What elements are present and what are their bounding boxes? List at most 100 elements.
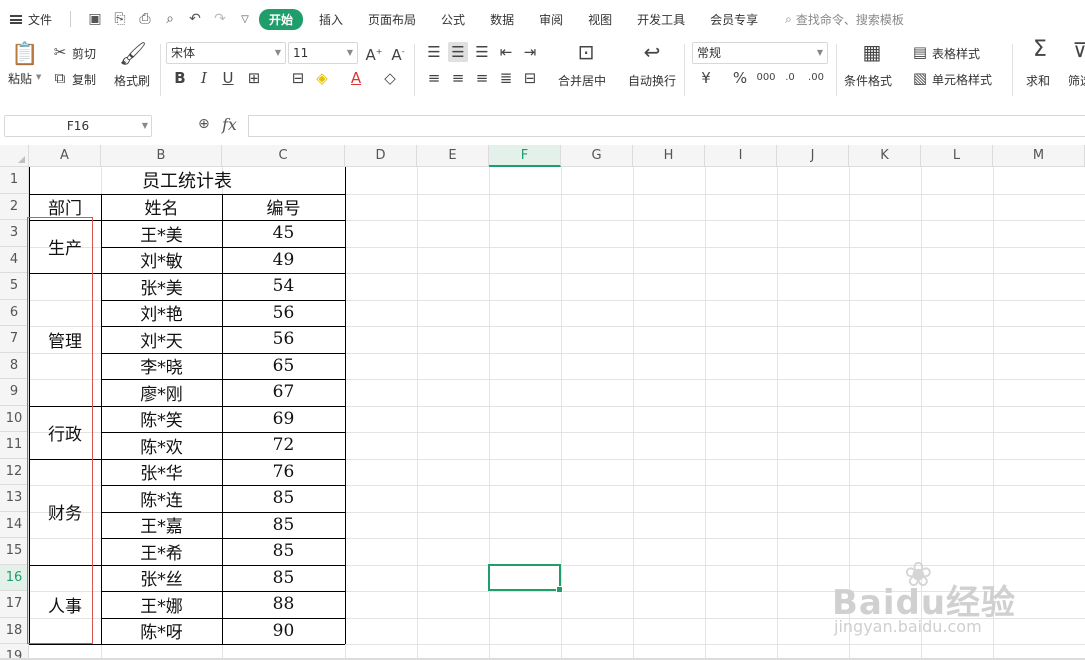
copy-icon[interactable]: ⧉ [50, 68, 70, 88]
name-cell[interactable]: 张*丝 [101, 565, 222, 592]
number-cell[interactable]: 56 [222, 300, 345, 327]
tab-data[interactable]: 数据 [490, 11, 514, 28]
tab-formulas[interactable]: 公式 [441, 11, 465, 28]
name-cell[interactable]: 王*嘉 [101, 512, 222, 539]
font-size-select[interactable]: 11 ▼ [288, 42, 358, 64]
paste-button[interactable]: 📋 [8, 40, 42, 68]
number-cell[interactable]: 65 [222, 353, 345, 380]
row-header-9[interactable]: 9 [0, 379, 29, 406]
name-cell[interactable]: 刘*敏 [101, 247, 222, 274]
print-icon[interactable]: ⎙ [137, 11, 153, 27]
conditional-format-label[interactable]: 条件格式 [844, 72, 892, 89]
column-header-l[interactable]: L [921, 145, 993, 167]
row-header-8[interactable]: 8 [0, 352, 29, 379]
column-header-g[interactable]: G [561, 145, 633, 167]
font-name-select[interactable]: 宋体 ▼ [166, 42, 286, 64]
command-search[interactable]: ⌕ 查找命令、搜索模板 [785, 11, 904, 28]
name-cell[interactable]: 陈*笑 [101, 406, 222, 433]
export-icon[interactable]: ⎘ [112, 11, 128, 27]
active-cell-selection[interactable] [488, 563, 563, 593]
number-cell[interactable]: 54 [222, 273, 345, 300]
paste-label[interactable]: 粘贴 [8, 70, 32, 87]
fill-color-icon[interactable]: ◈ [312, 68, 332, 88]
wrap-text-icon[interactable]: ↩ [642, 42, 662, 62]
tab-page-layout[interactable]: 页面布局 [368, 11, 416, 28]
clear-format-icon[interactable]: ◇ [380, 68, 400, 88]
number-cell[interactable]: 67 [222, 379, 345, 406]
name-cell[interactable]: 张*华 [101, 459, 222, 486]
number-cell[interactable]: 85 [222, 538, 345, 565]
column-header-c[interactable]: C [222, 145, 345, 167]
save-icon[interactable]: ▣ [87, 11, 103, 27]
row-header-15[interactable]: 15 [0, 538, 29, 565]
align-center-icon[interactable]: ≡ [448, 68, 468, 88]
format-painter-label[interactable]: 格式刷 [114, 72, 150, 89]
align-middle-icon[interactable]: ☰ [448, 42, 468, 62]
table-style-label[interactable]: 表格样式 [932, 45, 980, 62]
column-header-a[interactable]: A [29, 145, 101, 167]
column-header-d[interactable]: D [345, 145, 417, 167]
fill-style-icon[interactable]: ⊟ [288, 68, 308, 88]
column-header-m[interactable]: M [993, 145, 1085, 167]
number-cell[interactable]: 56 [222, 326, 345, 353]
align-left-icon[interactable]: ≡ [424, 68, 444, 88]
row-header-11[interactable]: 11 [0, 432, 29, 459]
header-cell[interactable]: 编号 [222, 194, 345, 221]
increase-decimal-icon[interactable]: .0 [780, 68, 800, 88]
tab-view[interactable]: 视图 [588, 11, 612, 28]
paste-dropdown-icon[interactable]: ▼ [36, 73, 41, 81]
percent-icon[interactable]: % [730, 68, 750, 88]
format-painter-button[interactable]: 🖌 [118, 40, 148, 68]
table-style-icon[interactable]: ▤ [910, 42, 930, 62]
row-header-12[interactable]: 12 [0, 458, 29, 485]
row-header-16[interactable]: 16 [0, 564, 29, 591]
cell-style-label[interactable]: 单元格样式 [932, 71, 992, 88]
underline-icon[interactable]: U [218, 68, 238, 88]
number-cell[interactable]: 88 [222, 591, 345, 618]
column-header-b[interactable]: B [101, 145, 222, 167]
redo-icon[interactable]: ↷ [212, 11, 228, 27]
name-cell[interactable]: 刘*艳 [101, 300, 222, 327]
tab-insert[interactable]: 插入 [319, 11, 343, 28]
row-header-6[interactable]: 6 [0, 299, 29, 326]
bold-icon[interactable]: B [170, 68, 190, 88]
tab-developer[interactable]: 开发工具 [637, 11, 685, 28]
distribute-icon[interactable]: ⊟ [520, 68, 540, 88]
number-cell[interactable]: 85 [222, 565, 345, 592]
name-cell[interactable]: 王*娜 [101, 591, 222, 618]
row-header-4[interactable]: 4 [0, 246, 29, 273]
number-cell[interactable]: 85 [222, 512, 345, 539]
name-cell[interactable]: 陈*连 [101, 485, 222, 512]
row-header-10[interactable]: 10 [0, 405, 29, 432]
justify-icon[interactable]: ≣ [496, 68, 516, 88]
number-format-select[interactable]: 常规 ▼ [692, 42, 828, 64]
decrease-indent-icon[interactable]: ⇤ [496, 42, 516, 62]
font-color-icon[interactable]: A [346, 68, 366, 88]
number-cell[interactable]: 49 [222, 247, 345, 274]
copy-label[interactable]: 复制 [72, 71, 96, 88]
name-cell[interactable]: 王*美 [101, 220, 222, 247]
formula-input[interactable] [248, 115, 1085, 137]
number-cell[interactable]: 72 [222, 432, 345, 459]
table-title[interactable]: 员工统计表 [29, 167, 345, 194]
number-cell[interactable]: 76 [222, 459, 345, 486]
row-header-14[interactable]: 14 [0, 511, 29, 538]
column-header-h[interactable]: H [633, 145, 705, 167]
undo-icon[interactable]: ↶ [187, 11, 203, 27]
row-header-17[interactable]: 17 [0, 591, 29, 618]
row-header-1[interactable]: 1 [0, 167, 29, 194]
name-cell[interactable]: 廖*刚 [101, 379, 222, 406]
select-all-corner[interactable] [0, 145, 29, 167]
conditional-format-icon[interactable]: ▦ [862, 42, 882, 62]
tab-review[interactable]: 审阅 [539, 11, 563, 28]
merge-center-label[interactable]: 合并居中 [558, 72, 606, 89]
row-header-13[interactable]: 13 [0, 485, 29, 512]
number-cell[interactable]: 45 [222, 220, 345, 247]
currency-icon[interactable]: ¥ [696, 68, 716, 88]
filter-icon[interactable]: ⊽ [1070, 40, 1085, 60]
row-header-5[interactable]: 5 [0, 273, 29, 300]
align-bottom-icon[interactable]: ☰ [472, 42, 492, 62]
column-header-f[interactable]: F [489, 145, 561, 167]
name-box[interactable]: F16 ▼ [4, 115, 152, 137]
name-cell[interactable]: 王*希 [101, 538, 222, 565]
